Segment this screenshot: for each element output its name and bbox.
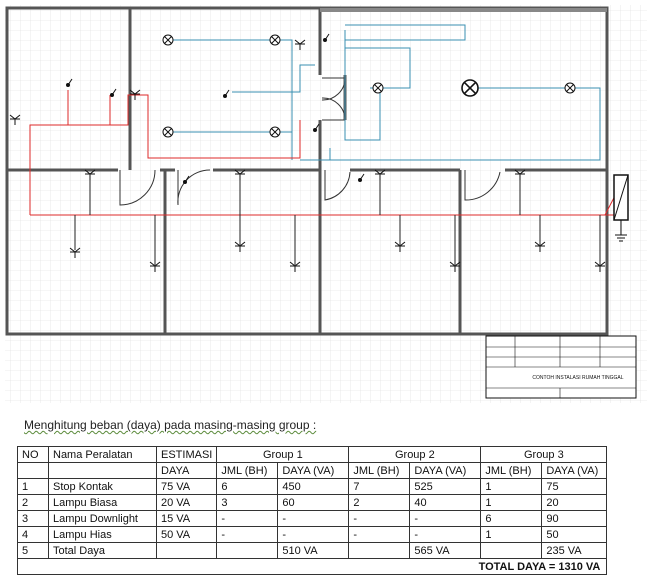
cell-g3-power: 50	[541, 526, 608, 543]
subheader-empty	[48, 462, 157, 479]
cell-g3-qty: 1	[480, 494, 543, 511]
cell-g3-power: 90	[541, 510, 608, 527]
title-block-title: CONTOH INSTALASI RUMAH TINGGAL	[532, 375, 623, 381]
cell-no: 1	[17, 478, 49, 495]
header-qty: JML (BH)	[216, 462, 279, 479]
cell-g3-qty: 6	[480, 510, 543, 527]
cell-g3-power: 235 VA	[541, 542, 608, 559]
cell-g2-power: 40	[409, 494, 482, 511]
cell-g1-qty: 6	[216, 478, 279, 495]
cell-g1-qty: 3	[216, 494, 279, 511]
table-row: 4 Lampu Hias 50 VA - - - - 1 50	[17, 526, 608, 543]
cell-g2-power: 565 VA	[409, 542, 482, 559]
hatched-wall	[320, 8, 607, 12]
total-power: TOTAL DAYA = 1310 VA	[16, 558, 608, 575]
header-estimate: ESTIMASI	[155, 446, 218, 463]
cell-g1-qty: -	[216, 526, 279, 543]
cell-no: 5	[17, 542, 49, 559]
header-group-2: Group 2	[348, 446, 482, 463]
cell-no: 3	[17, 510, 49, 527]
cell-g2-power: 525	[409, 478, 482, 495]
cell-g1-qty	[216, 542, 279, 559]
header-group-3: Group 3	[480, 446, 608, 463]
caption-text: Menghitung beban (daya) pada masing-masi…	[24, 418, 317, 432]
cell-g3-qty: 1	[480, 478, 543, 495]
header-group-1: Group 1	[216, 446, 350, 463]
cell-estimate: 50 VA	[155, 526, 218, 543]
header-power: DAYA (VA)	[277, 462, 350, 479]
table-row: 2 Lampu Biasa 20 VA 3 60 2 40 1 20	[17, 494, 608, 511]
header-estimate-unit: DAYA	[155, 462, 218, 479]
cell-name: Lampu Hias	[48, 526, 157, 543]
table-row: 5 Total Daya 510 VA 565 VA 235 VA	[17, 542, 608, 559]
table-header-row: NO Nama Peralatan ESTIMASI Group 1 Group…	[17, 446, 608, 463]
cell-name: Total Daya	[48, 542, 157, 559]
cell-estimate: 20 VA	[155, 494, 218, 511]
cell-g1-power: -	[277, 526, 350, 543]
cell-estimate: 15 VA	[155, 510, 218, 527]
cell-g1-power: 450	[277, 478, 350, 495]
title-block: CONTOH INSTALASI RUMAH TINGGAL	[485, 335, 637, 399]
table-row: 1 Stop Kontak 75 VA 6 450 7 525 1 75	[17, 478, 608, 495]
cell-g3-qty	[480, 542, 543, 559]
header-qty: JML (BH)	[348, 462, 411, 479]
cell-g2-power: -	[409, 510, 482, 527]
cell-estimate: 75 VA	[155, 478, 218, 495]
cell-g2-qty: -	[348, 526, 411, 543]
subheader-empty	[17, 462, 49, 479]
cell-g2-qty: -	[348, 510, 411, 527]
header-no: NO	[17, 446, 49, 463]
cell-g2-qty: 7	[348, 478, 411, 495]
cell-g3-power: 75	[541, 478, 608, 495]
table-row: 3 Lampu Downlight 15 VA - - - - 6 90	[17, 510, 608, 527]
cell-g2-qty	[348, 542, 411, 559]
load-table: NO Nama Peralatan ESTIMASI Group 1 Group…	[16, 446, 608, 575]
header-name: Nama Peralatan	[48, 446, 157, 463]
cell-g1-power: 60	[277, 494, 350, 511]
cell-g1-qty: -	[216, 510, 279, 527]
electrical-floor-plan: CONTOH INSTALASI RUMAH TINGGAL	[5, 5, 647, 403]
cell-g3-power: 20	[541, 494, 608, 511]
header-qty: JML (BH)	[480, 462, 543, 479]
cell-g2-power: -	[409, 526, 482, 543]
cell-name: Lampu Biasa	[48, 494, 157, 511]
header-power: DAYA (VA)	[541, 462, 608, 479]
cell-name: Lampu Downlight	[48, 510, 157, 527]
table-subheader-row: DAYA JML (BH) DAYA (VA) JML (BH) DAYA (V…	[17, 462, 608, 479]
table-total-row: TOTAL DAYA = 1310 VA	[16, 558, 608, 575]
cell-g1-power: -	[277, 510, 350, 527]
cell-g1-power: 510 VA	[277, 542, 350, 559]
header-power: DAYA (VA)	[409, 462, 482, 479]
cell-estimate	[155, 542, 218, 559]
cell-g2-qty: 2	[348, 494, 411, 511]
cell-no: 4	[17, 526, 49, 543]
cell-name: Stop Kontak	[48, 478, 157, 495]
cell-no: 2	[17, 494, 49, 511]
cell-g3-qty: 1	[480, 526, 543, 543]
